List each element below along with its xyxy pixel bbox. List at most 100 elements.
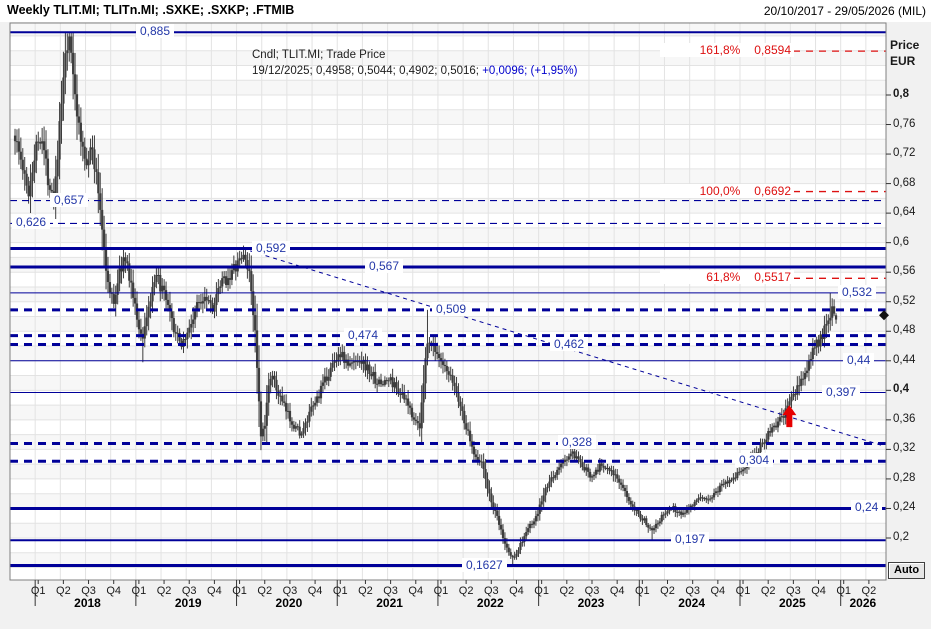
candle-body <box>459 402 461 407</box>
candle-body <box>587 467 589 471</box>
candle-body <box>610 470 612 471</box>
candle-body <box>709 499 711 500</box>
candle-body <box>802 379 804 380</box>
candle-body <box>310 407 312 412</box>
candle-body <box>806 371 808 373</box>
candle-body <box>413 417 415 419</box>
candle-body <box>616 474 618 478</box>
candle-body <box>442 361 444 365</box>
candle-body <box>262 429 264 437</box>
candle-body <box>295 426 297 428</box>
candle-body <box>453 383 455 386</box>
candle-body <box>72 53 74 74</box>
candle-body <box>20 152 22 160</box>
candle-body <box>763 442 765 443</box>
candle-body <box>41 141 43 143</box>
candle-body <box>78 116 80 122</box>
candle-body <box>287 411 289 412</box>
candle-body <box>219 286 221 288</box>
candle-body <box>35 142 37 161</box>
candle-body <box>240 258 242 259</box>
candle-body <box>663 515 665 516</box>
candle-body <box>796 385 798 394</box>
candle-body <box>783 416 785 418</box>
candle-body <box>605 468 607 469</box>
candle-body <box>527 528 529 532</box>
candle-body <box>818 340 820 347</box>
grid-band <box>10 23 886 36</box>
candle-body <box>577 456 579 459</box>
grid-band <box>10 228 886 243</box>
candle-body <box>115 295 117 304</box>
candle-body <box>403 392 405 399</box>
candle-body <box>465 423 467 429</box>
candle-body <box>738 472 740 473</box>
candle-body <box>636 510 638 511</box>
candle-body <box>519 543 521 550</box>
candle-body <box>515 554 517 557</box>
candle-body <box>368 365 370 374</box>
candle-body <box>76 94 78 116</box>
candle-body <box>676 512 678 513</box>
candle-body <box>537 514 539 516</box>
candle-body <box>281 396 283 402</box>
candle-body <box>273 376 275 380</box>
candle-body <box>39 142 41 144</box>
candle-body <box>514 557 516 558</box>
candle-body <box>748 460 750 463</box>
grid-band <box>10 139 886 154</box>
candle-body <box>134 298 136 304</box>
candle-body <box>771 427 773 432</box>
candle-body <box>229 278 231 280</box>
candle-body <box>200 302 202 303</box>
candle-body <box>697 498 699 500</box>
candlestick-chart[interactable] <box>0 0 931 629</box>
candle-body <box>386 380 388 381</box>
candle-body <box>299 427 301 436</box>
candle-body <box>155 275 157 282</box>
candle-body <box>727 482 729 484</box>
candle-body <box>33 161 35 173</box>
candle-body <box>761 442 763 444</box>
candle-body <box>715 491 717 493</box>
candle-body <box>792 394 794 397</box>
grid-band <box>10 523 886 538</box>
candle-body <box>283 401 285 402</box>
candle-body <box>723 484 725 485</box>
candle-body <box>502 529 504 538</box>
candle-body <box>655 524 657 528</box>
candle-body <box>699 497 701 498</box>
candle-body <box>769 431 771 433</box>
candle-body <box>496 511 498 516</box>
candle-body <box>357 361 359 362</box>
candle-body <box>775 426 777 428</box>
candle-body <box>684 513 686 514</box>
candle-body <box>392 377 394 387</box>
candle-body <box>756 453 758 455</box>
candle-body <box>384 380 386 385</box>
grid-band <box>10 257 886 272</box>
candle-body <box>572 451 574 453</box>
candle-body <box>554 475 556 478</box>
candle-body <box>641 519 643 521</box>
candle-body <box>624 488 626 491</box>
candle-body <box>529 524 531 528</box>
candle-body <box>293 425 295 429</box>
candle-body <box>91 147 93 149</box>
auto-button[interactable]: Auto <box>888 562 925 579</box>
candle-body <box>417 421 419 423</box>
candle-body <box>831 306 833 317</box>
candle-body <box>498 516 500 525</box>
candle-body <box>89 147 91 160</box>
candle-body <box>632 504 634 506</box>
candle-body <box>597 470 599 472</box>
candle-body <box>159 275 161 291</box>
candle-body <box>314 403 316 406</box>
candle-body <box>581 462 583 467</box>
candle-body <box>508 548 510 553</box>
candle-body <box>208 300 210 301</box>
candle-body <box>510 552 512 556</box>
candle-body <box>277 390 279 395</box>
candle-body <box>446 366 448 371</box>
candle-body <box>659 522 661 524</box>
